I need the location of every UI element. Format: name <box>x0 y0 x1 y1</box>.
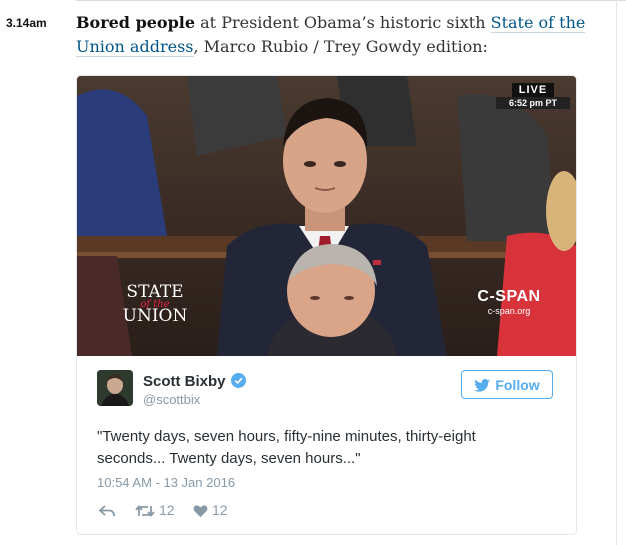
embedded-tweet-card: LIVE 6:52 pm PT STATE of the UNION C-SPA… <box>76 75 577 535</box>
entry-text-part2: , Marco Rubio / Trey Gowdy edition: <box>193 37 488 56</box>
avatar-image <box>97 370 133 406</box>
sotu-line1: STATE <box>126 282 184 302</box>
entry-timestamp: 3.14am <box>6 16 47 30</box>
entry-text: Bored people at President Obama’s histor… <box>76 11 596 59</box>
right-divider <box>616 0 617 545</box>
live-blog-page: 3.14am Bored people at President Obama’s… <box>0 0 626 545</box>
like-button[interactable]: 12 <box>193 502 228 518</box>
network-name: C-SPAN <box>477 288 541 305</box>
entry-bold-lead: Bored people <box>76 13 196 32</box>
entry-text-part1: at President Obama’s historic sixth <box>195 13 491 32</box>
sotu-line3: UNION <box>122 306 188 326</box>
author-name[interactable]: Scott Bixby <box>143 373 246 390</box>
author-avatar[interactable] <box>97 370 133 406</box>
cspan-logo: C-SPAN c-span.org <box>473 288 545 316</box>
reply-icon <box>98 505 115 517</box>
live-time: 6:52 pm PT <box>496 97 570 109</box>
retweet-button[interactable]: 12 <box>135 502 175 518</box>
retweet-count: 12 <box>159 502 175 518</box>
live-indicator: LIVE 6:52 pm PT <box>496 83 570 109</box>
twitter-bird-icon <box>474 379 491 392</box>
state-of-the-union-logo: STATE of the UNION <box>107 282 203 326</box>
retweet-icon <box>135 505 155 517</box>
follow-button[interactable]: Follow <box>461 370 553 399</box>
tweet-text: "Twenty days, seven hours, fifty-nine mi… <box>97 428 476 467</box>
reply-button[interactable] <box>98 502 115 518</box>
author-handle[interactable]: @scottbix <box>143 392 200 407</box>
heart-icon <box>193 505 208 518</box>
live-label: LIVE <box>512 83 554 97</box>
author-name-text: Scott Bixby <box>143 373 226 390</box>
tweet-photo[interactable]: LIVE 6:52 pm PT STATE of the UNION C-SPA… <box>77 76 576 356</box>
follow-label: Follow <box>495 377 540 393</box>
top-divider <box>76 0 626 1</box>
network-url: c-span.org <box>487 306 531 316</box>
like-count: 12 <box>212 502 228 518</box>
tweet-actions: 12 12 <box>97 502 397 522</box>
verified-badge-icon <box>230 373 246 388</box>
tweet-timestamp[interactable]: 10:54 AM - 13 Jan 2016 <box>97 475 235 490</box>
